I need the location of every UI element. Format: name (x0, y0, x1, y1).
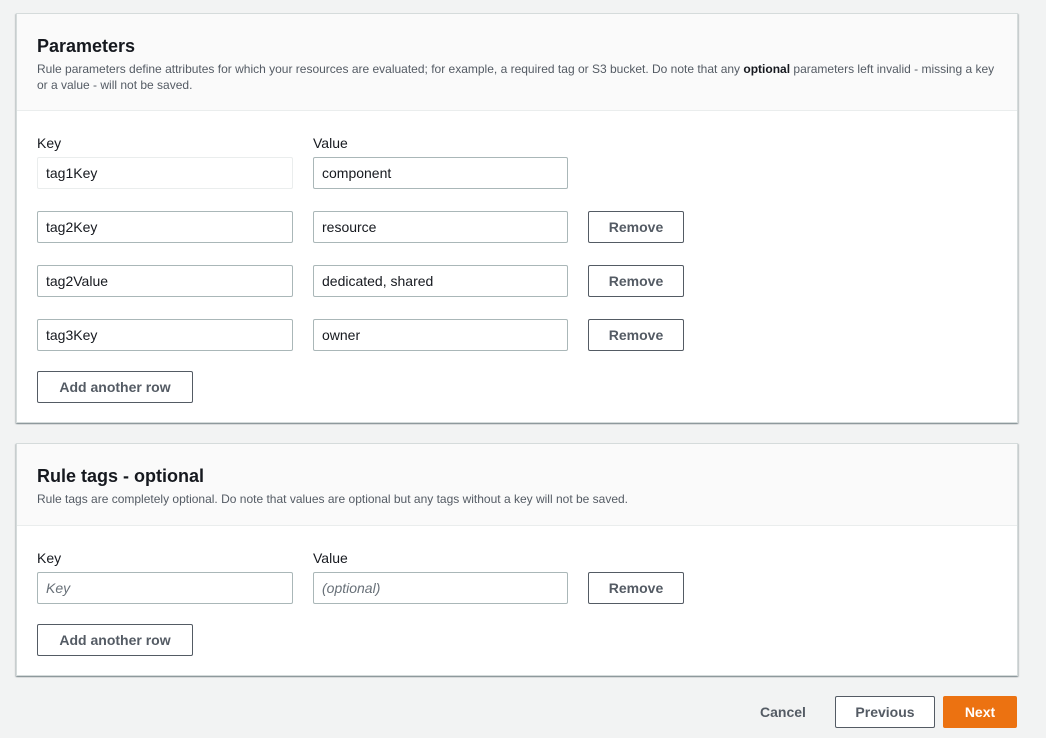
parameter-value-field-3[interactable]: dedicated, shared (313, 265, 568, 297)
parameter-value-field-4[interactable]: owner (313, 319, 568, 351)
add-parameter-row-button[interactable]: Add another row (37, 371, 193, 403)
parameters-description: Rule parameters define attributes for wh… (37, 61, 997, 93)
parameter-key-field-3[interactable]: tag2Value (37, 265, 293, 297)
rule-tags-description: Rule tags are completely optional. Do no… (37, 492, 629, 506)
parameter-key-field-4[interactable]: tag3Key (37, 319, 293, 351)
remove-row-button-3[interactable]: Remove (588, 265, 684, 297)
next-button[interactable]: Next (943, 696, 1017, 728)
parameters-description-bold: optional (743, 62, 791, 76)
parameters-description-text: Rule parameters define attributes for wh… (37, 62, 744, 76)
parameter-key-field-2[interactable]: tag2Key (37, 211, 293, 243)
parameter-key-field-1[interactable]: tag1Key (37, 157, 293, 189)
rule-tags-key-label: Key (37, 550, 62, 566)
parameters-header: Parameters Rule parameters define attrib… (17, 14, 1017, 111)
add-tag-row-button[interactable]: Add another row (37, 624, 193, 656)
remove-tag-button[interactable]: Remove (588, 572, 684, 604)
tag-value-input[interactable]: (optional) (313, 572, 568, 604)
rule-tags-value-label: Value (313, 550, 348, 566)
parameters-panel: Parameters Rule parameters define attrib… (16, 13, 1018, 423)
previous-button[interactable]: Previous (835, 696, 935, 728)
parameters-value-label: Value (313, 135, 348, 151)
parameters-key-label: Key (37, 135, 62, 151)
remove-row-button-2[interactable]: Remove (588, 211, 684, 243)
rule-tags-panel: Rule tags - optional Rule tags are compl… (16, 443, 1018, 676)
remove-row-button-4[interactable]: Remove (588, 319, 684, 351)
parameter-value-field-2[interactable]: resource (313, 211, 568, 243)
parameters-title: Parameters (37, 36, 136, 56)
tag-key-input[interactable]: Key (37, 572, 293, 604)
cancel-button[interactable]: Cancel (752, 696, 814, 728)
rule-tags-header: Rule tags - optional Rule tags are compl… (17, 444, 1017, 526)
parameter-value-field-1[interactable]: component (313, 157, 568, 189)
rule-tags-title: Rule tags - optional (37, 466, 205, 486)
